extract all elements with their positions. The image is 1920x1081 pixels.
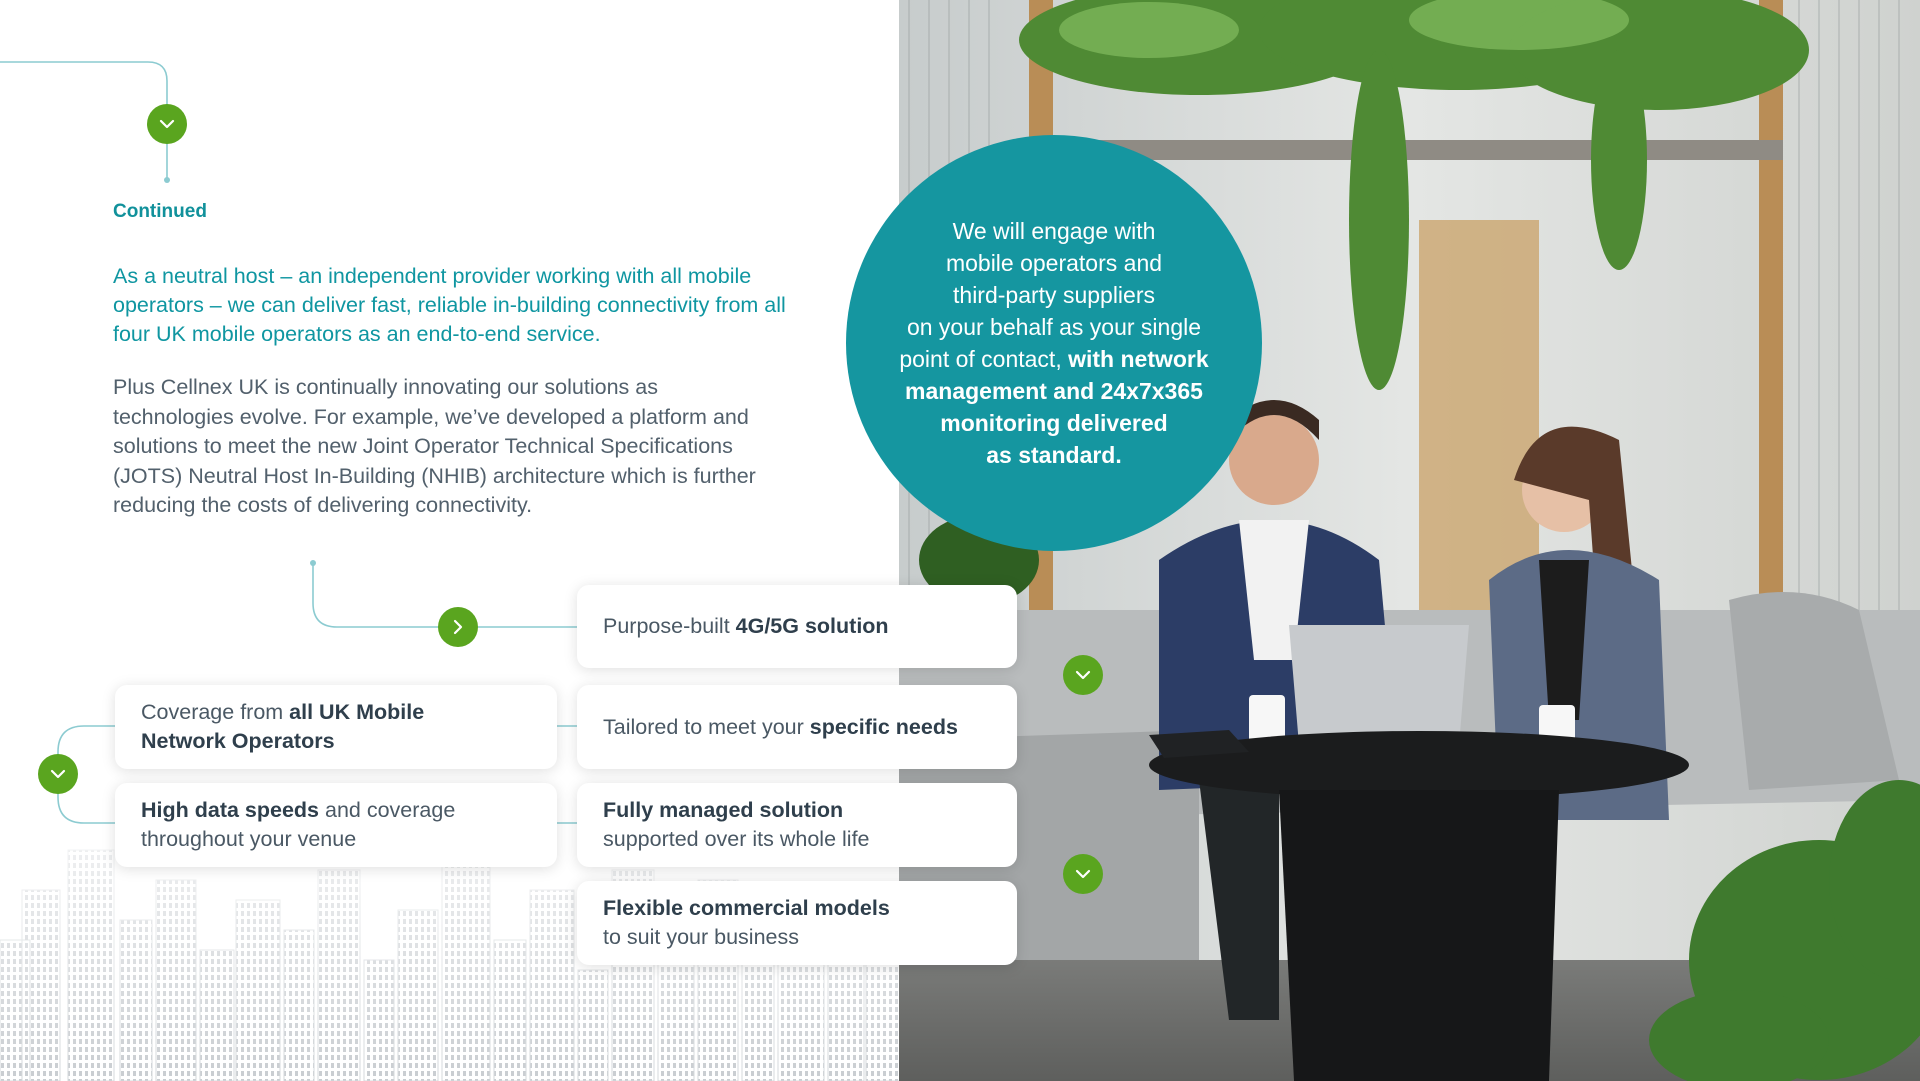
- intro-body-line: (JOTS) Neutral Host In-Building (NHIB) a…: [113, 463, 756, 488]
- feature-card-high-data: High data speeds and coverage throughout…: [115, 783, 557, 867]
- feature-card-tailored: Tailored to meet your specific needs: [577, 685, 1017, 769]
- feature-text-regular: Purpose-built: [603, 614, 736, 638]
- feature-card-purpose-built: Purpose-built 4G/5G solution: [577, 585, 1017, 668]
- chevron-right-button[interactable]: [438, 607, 478, 647]
- continued-label: Continued: [113, 201, 207, 222]
- intro-body: Plus Cellnex UK is continually innovatin…: [113, 373, 813, 521]
- feature-text-regular: Coverage from: [141, 700, 290, 724]
- quote-line: We will engage with: [952, 218, 1156, 244]
- feature-card-text: Coverage from all UK Mobile Network Oper…: [141, 698, 424, 756]
- feature-card-flexible: Flexible commercial models to suit your …: [577, 881, 1017, 965]
- chevron-down-icon: [50, 769, 66, 779]
- feature-text-bold: Fully managed solution: [603, 798, 844, 822]
- quote-text: We will engage with mobile operators and…: [899, 215, 1208, 471]
- feature-card-text: High data speeds and coverage throughout…: [141, 796, 455, 854]
- feature-text-regular: throughout your venue: [141, 827, 357, 851]
- intro-body-line: Plus Cellnex UK is continually innovatin…: [113, 375, 658, 399]
- feature-text-regular: supported over its whole life: [603, 827, 870, 851]
- feature-text-regular: Tailored to meet your: [603, 714, 810, 739]
- quote-line: point of contact,: [899, 346, 1069, 372]
- quote-line: on your behalf as your single: [906, 314, 1202, 340]
- chevron-right-icon: [453, 619, 463, 635]
- chevron-down-button[interactable]: [1063, 655, 1103, 695]
- intro-body-line: technologies evolve. For example, we’ve …: [113, 404, 749, 429]
- quote-line-bold: with network: [1068, 346, 1209, 372]
- feature-text-bold: specific needs: [809, 714, 958, 739]
- quote-line-bold: management and 24x7x365: [905, 378, 1203, 404]
- feature-card-text: Flexible commercial models to suit your …: [603, 894, 890, 952]
- chevron-down-button[interactable]: [1063, 854, 1103, 894]
- feature-text-bold: Flexible commercial models: [603, 896, 890, 920]
- quote-line-bold: as standard.: [986, 442, 1122, 468]
- chevron-down-icon: [1075, 869, 1091, 879]
- intro-body-line: reducing the costs of delivering connect…: [113, 493, 533, 517]
- feature-card-text: Purpose-built 4G/5G solution: [603, 612, 889, 641]
- feature-card-fully-managed: Fully managed solution supported over it…: [577, 783, 1017, 867]
- intro-body-line: solutions to meet the new Joint Operator…: [113, 434, 733, 458]
- quote-line: third-party suppliers: [953, 282, 1155, 308]
- feature-text-regular: and coverage: [319, 798, 456, 822]
- chevron-down-icon: [159, 119, 175, 129]
- feature-text-bold: 4G/5G solution: [735, 614, 889, 638]
- feature-text-bold: High data speeds: [141, 798, 320, 822]
- quote-line-bold: monitoring delivered: [940, 410, 1168, 436]
- chevron-down-button[interactable]: [38, 754, 78, 794]
- feature-text-bold: Network Operators: [141, 729, 335, 753]
- feature-text-bold: all UK Mobile: [289, 700, 425, 724]
- feature-card-coverage: Coverage from all UK Mobile Network Oper…: [115, 685, 557, 769]
- feature-text-regular: to suit your business: [603, 925, 799, 949]
- chevron-down-icon: [1075, 670, 1091, 680]
- intro-lead: As a neutral host – an independent provi…: [113, 264, 786, 346]
- feature-card-text: Fully managed solution supported over it…: [603, 796, 870, 854]
- quote-circle: We will engage with mobile operators and…: [846, 135, 1262, 551]
- quote-line: mobile operators and: [945, 250, 1163, 276]
- chevron-down-button[interactable]: [147, 104, 187, 144]
- feature-card-text: Tailored to meet your specific needs: [603, 713, 958, 742]
